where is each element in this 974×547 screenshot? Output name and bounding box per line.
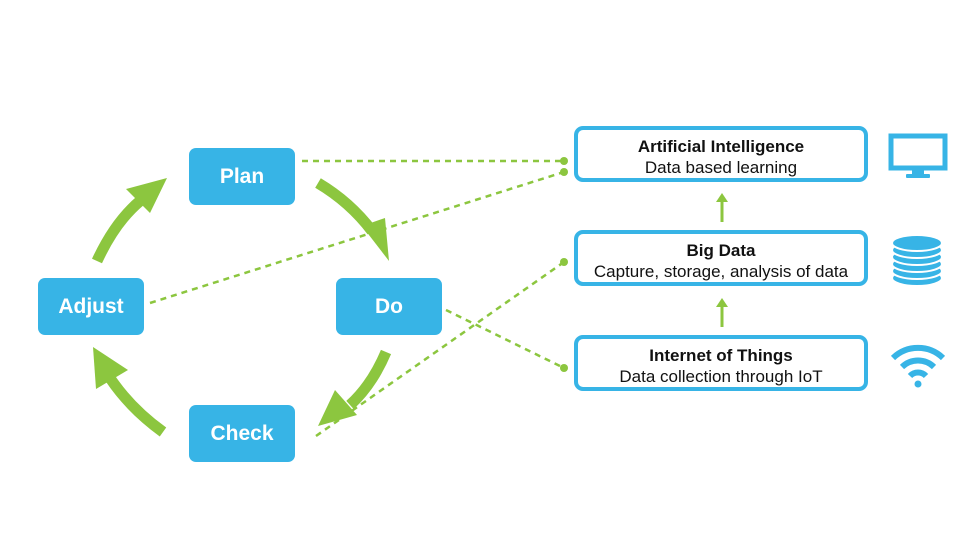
arrow-adjust-to-plan xyxy=(92,196,144,264)
do-box: Do xyxy=(336,278,442,335)
monitor-icon xyxy=(888,133,948,178)
arrow-check-to-adjust xyxy=(105,374,167,437)
adjust-label: Adjust xyxy=(58,294,124,318)
layer-big-data: Big Data Capture, storage, analysis of d… xyxy=(574,230,868,286)
check-label: Check xyxy=(210,421,274,445)
arrowhead-bigdata xyxy=(716,298,728,307)
adjust-box: Adjust xyxy=(38,278,144,335)
layer-title: Internet of Things xyxy=(649,346,793,365)
connector-dot-ai-2 xyxy=(560,168,568,176)
layer-subtitle: Data collection through IoT xyxy=(619,367,823,386)
plan-box: Plan xyxy=(189,148,295,205)
layer-subtitle: Capture, storage, analysis of data xyxy=(593,262,849,281)
connector-dot-bigdata xyxy=(560,258,568,266)
connector-dot-ai-1 xyxy=(560,157,568,165)
layer-subtitle: Data based learning xyxy=(644,158,798,177)
wifi-icon xyxy=(890,344,946,388)
layer-title: Big Data xyxy=(686,241,756,260)
plan-label: Plan xyxy=(219,164,265,188)
arrow-do-to-check xyxy=(346,349,392,410)
check-box: Check xyxy=(189,405,295,462)
connector-dot-iot xyxy=(560,364,568,372)
do-label: Do xyxy=(375,294,403,318)
arrowhead-ai xyxy=(716,193,728,202)
layer-title: Artificial Intelligence xyxy=(637,137,805,156)
dotted-do-to-iot xyxy=(445,308,565,370)
layer-ai: Artificial Intelligence Data based learn… xyxy=(574,126,868,182)
database-icon xyxy=(891,234,943,287)
layer-iot: Internet of Things Data collection throu… xyxy=(574,335,868,391)
arrow-plan-to-do xyxy=(315,178,377,235)
